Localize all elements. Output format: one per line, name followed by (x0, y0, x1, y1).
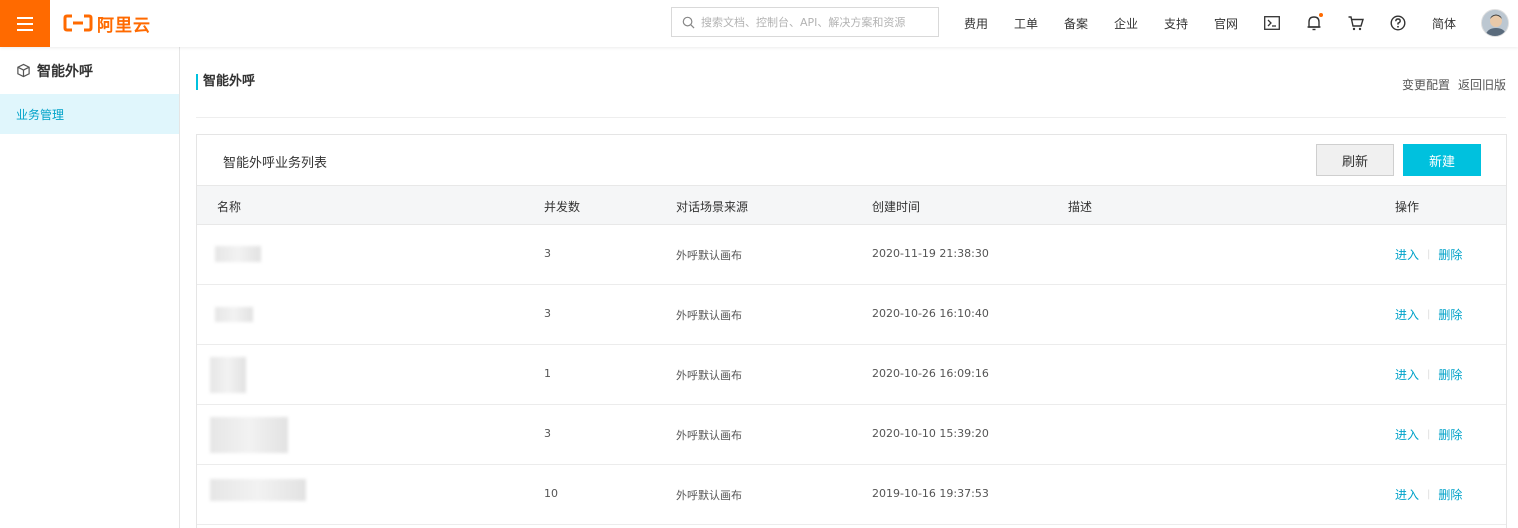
nav-support[interactable]: 支持 (1164, 0, 1188, 47)
delete-link[interactable]: 删除 (1438, 246, 1462, 263)
table-row: 3 外呼默认画布 2020-10-10 15:39:20 进入 | 删除 (197, 405, 1506, 465)
nav-enterprise[interactable]: 企业 (1114, 0, 1138, 47)
search-icon (682, 16, 695, 28)
redacted-name (215, 307, 253, 322)
created-time-cell: 2020-11-19 21:38:30 (872, 247, 989, 260)
hamburger-menu-button[interactable] (0, 0, 50, 47)
nav-tickets[interactable]: 工单 (1014, 0, 1038, 47)
back-to-old-version-link[interactable]: 返回旧版 (1458, 76, 1506, 93)
scene-source-cell: 外呼默认画布 (676, 489, 742, 502)
top-bar: 阿里云 费用 工单 备案 企业 支持 官网 (0, 0, 1518, 47)
aliyun-logo[interactable]: 阿里云 (63, 12, 151, 36)
concurrency-cell: 10 (544, 487, 558, 500)
concurrency-cell: 3 (544, 427, 551, 440)
language-switch[interactable]: 简体 (1432, 0, 1456, 47)
enter-link[interactable]: 进入 (1395, 486, 1419, 503)
page-header: 智能外呼 变更配置 返回旧版 (196, 70, 1506, 118)
page-title: 智能外呼 (196, 74, 255, 90)
redacted-name (210, 357, 246, 393)
logo-text: 阿里云 (97, 15, 151, 36)
enter-link[interactable]: 进入 (1395, 306, 1419, 323)
row-actions: 进入 | 删除 (1395, 426, 1462, 443)
sidebar: 智能外呼 业务管理 (0, 47, 180, 528)
delete-link[interactable]: 删除 (1438, 306, 1462, 323)
change-config-link[interactable]: 变更配置 (1402, 76, 1450, 93)
scene-source-cell: 外呼默认画布 (676, 249, 742, 262)
enter-link[interactable]: 进入 (1395, 246, 1419, 263)
business-list-panel: 智能外呼业务列表 刷新 新建 名称 并发数 对话场景来源 创建时间 描述 操作 … (196, 134, 1507, 528)
terminal-icon[interactable] (1262, 13, 1282, 33)
enter-link[interactable]: 进入 (1395, 426, 1419, 443)
menu-line-icon (17, 22, 33, 25)
refresh-button[interactable]: 刷新 (1316, 144, 1394, 176)
delete-link[interactable]: 删除 (1438, 366, 1462, 383)
table-row: 3 外呼默认画布 2020-11-19 21:38:30 进入 | 删除 (197, 225, 1506, 285)
redacted-name (215, 246, 261, 262)
delete-link[interactable]: 删除 (1438, 486, 1462, 503)
row-actions: 进入 | 删除 (1395, 246, 1462, 263)
column-header-name: 名称 (217, 200, 242, 214)
delete-link[interactable]: 删除 (1438, 426, 1462, 443)
table-header: 名称 并发数 对话场景来源 创建时间 描述 操作 (197, 185, 1506, 225)
sidebar-title: 智能外呼 (37, 63, 93, 80)
column-header-concurrency: 并发数 (544, 200, 581, 214)
menu-line-icon (17, 28, 33, 31)
redacted-name (210, 479, 306, 501)
created-time-cell: 2020-10-26 16:10:40 (872, 307, 989, 320)
divider: | (1427, 429, 1431, 440)
nav-icp[interactable]: 备案 (1064, 0, 1088, 47)
search-input[interactable] (701, 15, 931, 29)
table-row: 10 外呼默认画布 2019-10-16 19:37:53 进入 | 删除 (197, 465, 1506, 525)
concurrency-cell: 3 (544, 247, 551, 260)
avatar-person-icon (1482, 10, 1508, 36)
user-avatar[interactable] (1481, 9, 1509, 37)
notification-dot (1319, 13, 1323, 17)
table-row: 3 外呼默认画布 2020-10-26 16:10:40 进入 | 删除 (197, 285, 1506, 345)
cart-icon[interactable] (1346, 13, 1366, 33)
new-button[interactable]: 新建 (1403, 144, 1481, 176)
divider: | (1427, 249, 1431, 260)
scene-source-cell: 外呼默认画布 (676, 369, 742, 382)
created-time-cell: 2020-10-26 16:09:16 (872, 367, 989, 380)
column-header-actions: 操作 (1395, 200, 1420, 214)
row-actions: 进入 | 删除 (1395, 366, 1462, 383)
nav-fees[interactable]: 费用 (964, 0, 988, 47)
enter-link[interactable]: 进入 (1395, 366, 1419, 383)
created-time-cell: 2019-10-16 19:37:53 (872, 487, 989, 500)
aliyun-logo-icon (63, 14, 93, 32)
search-box[interactable] (671, 7, 939, 37)
sidebar-header: 智能外呼 (0, 47, 179, 94)
help-icon[interactable] (1388, 13, 1408, 33)
column-header-scene-source: 对话场景来源 (676, 200, 749, 214)
concurrency-cell: 3 (544, 307, 551, 320)
redacted-name (210, 417, 288, 453)
divider: | (1427, 309, 1431, 320)
panel-title: 智能外呼业务列表 (223, 156, 328, 171)
column-header-created-time: 创建时间 (872, 200, 921, 214)
divider: | (1427, 489, 1431, 500)
row-actions: 进入 | 删除 (1395, 486, 1462, 503)
sidebar-item-label: 业务管理 (16, 107, 65, 122)
column-header-description: 描述 (1068, 200, 1093, 214)
concurrency-cell: 1 (544, 367, 551, 380)
sidebar-item-business-management[interactable]: 业务管理 (0, 94, 179, 134)
table-row: 1 外呼默认画布 2020-10-26 16:09:16 进入 | 删除 (197, 345, 1506, 405)
notification-bell-icon[interactable] (1304, 13, 1324, 33)
scene-source-cell: 外呼默认画布 (676, 309, 742, 322)
row-actions: 进入 | 删除 (1395, 306, 1462, 323)
product-cube-icon (17, 63, 30, 78)
header-links: 变更配置 返回旧版 (1402, 76, 1506, 93)
nav-official-site[interactable]: 官网 (1214, 0, 1238, 47)
scene-source-cell: 外呼默认画布 (676, 429, 742, 442)
divider: | (1427, 369, 1431, 380)
created-time-cell: 2020-10-10 15:39:20 (872, 427, 989, 440)
menu-line-icon (17, 16, 33, 19)
